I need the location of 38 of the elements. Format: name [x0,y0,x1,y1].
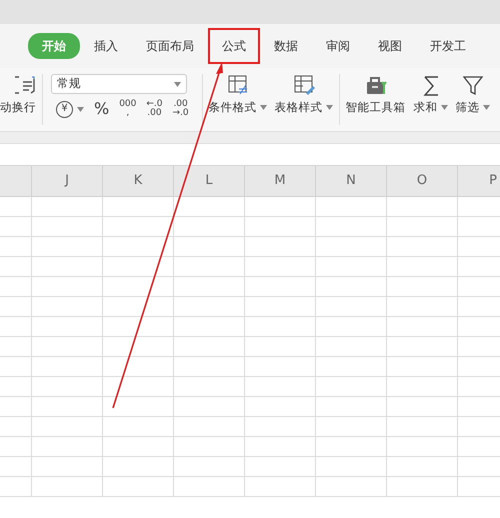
command-label: 智能工具箱 [346,99,406,116]
ribbon-tab[interactable]: 审阅 [312,28,364,64]
caret-icon [77,106,84,112]
number-format-button[interactable]: 000 , [114,100,142,118]
funnel-icon [462,74,484,96]
ribbon-command[interactable]: 求和 [410,74,452,116]
ribbon-command[interactable]: 筛选 [452,74,494,116]
ribbon-tab[interactable]: 页面布局 [132,28,208,64]
conditional-format-icon [226,74,249,96]
command-label: 筛选 [456,99,480,116]
column-header[interactable]: P [458,166,500,196]
ribbon-command[interactable]: 条件格式 [204,74,271,116]
ribbon-tab[interactable]: 插入 [80,28,132,64]
command-label: 条件格式 [208,99,257,116]
ribbon-tab[interactable]: 视图 [364,28,416,64]
number-format-button[interactable]: ¥ [51,100,89,118]
number-format-button[interactable]: .00 →.0 [168,100,194,118]
number-format-button[interactable]: % [89,101,114,117]
column-header[interactable]: L [174,166,245,196]
wrap-text-button[interactable]: 动换行 [0,74,40,116]
column-header[interactable]: O [387,166,458,196]
column-header[interactable]: N [316,166,387,196]
table-style-icon [292,74,315,96]
number-format-dropdown[interactable]: 常规 [51,74,187,94]
column-header[interactable]: M [245,166,316,196]
column-header[interactable]: J [32,166,103,196]
caret-icon [174,82,181,86]
toolbox-icon [364,74,387,96]
command-label: 表格样式 [274,99,323,116]
ribbon-tab[interactable]: 公式 [208,28,260,64]
ribbon-command[interactable]: 智能工具箱 [342,74,410,116]
ribbon-tab[interactable]: 数据 [260,28,312,64]
wrap-text-icon [14,74,36,96]
ribbon-command[interactable]: 表格样式 [270,74,337,116]
ribbon-tab[interactable]: 开发工 [416,28,480,64]
command-label: 求和 [414,99,438,116]
number-format-button[interactable]: ←.0 .00 [141,100,168,118]
column-header[interactable]: K [103,166,174,196]
